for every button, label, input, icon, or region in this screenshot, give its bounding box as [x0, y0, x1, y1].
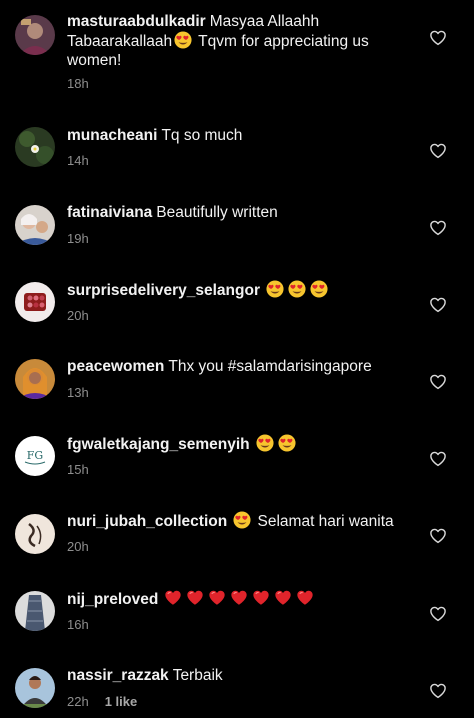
comment-meta: 20h	[67, 539, 89, 554]
avatar[interactable]	[15, 514, 55, 554]
comment-meta: 14h	[67, 153, 89, 168]
username-link[interactable]: peacewomen	[67, 358, 164, 375]
username-link[interactable]: fatinaiviana	[67, 204, 152, 221]
comment-message: Thx you #salamdarisingapore	[168, 358, 372, 375]
red-heart-emoji-icon	[252, 589, 270, 607]
avatar[interactable]	[15, 127, 55, 167]
red-heart-emoji-icon	[164, 589, 182, 607]
username-link[interactable]: masturaabdulkadir	[67, 13, 206, 30]
comment-message: Terbaik	[172, 667, 223, 684]
username-link[interactable]: nassir_razzak	[67, 667, 169, 684]
heart-eyes-emoji-icon	[256, 434, 274, 452]
heart-outline-icon[interactable]	[429, 605, 447, 623]
red-heart-emoji-icon	[208, 589, 226, 607]
avatar[interactable]	[15, 668, 55, 708]
red-heart-emoji-icon	[274, 589, 292, 607]
red-heart-emoji-icon	[186, 589, 204, 607]
avatar[interactable]	[15, 205, 55, 245]
comment-text: nuri_jubah_collection Selamat hari wanit…	[67, 511, 407, 531]
avatar[interactable]	[15, 282, 55, 322]
comment-meta: 16h	[67, 617, 89, 632]
red-heart-emoji-icon	[296, 589, 314, 607]
username-link[interactable]: munacheani	[67, 127, 157, 144]
username-link[interactable]: nuri_jubah_collection	[67, 513, 227, 530]
heart-outline-icon[interactable]	[429, 219, 447, 237]
timestamp: 20h	[67, 308, 89, 323]
username-link[interactable]: surprisedelivery_selangor	[67, 282, 260, 299]
heart-eyes-emoji-icon	[288, 280, 306, 298]
comment-text: nassir_razzak Terbaik	[67, 666, 407, 685]
comment-text: surprisedelivery_selangor	[67, 280, 407, 300]
heart-eyes-emoji-icon	[310, 280, 328, 298]
heart-outline-icon[interactable]	[429, 450, 447, 468]
heart-outline-icon[interactable]	[429, 682, 447, 700]
timestamp: 18h	[67, 76, 89, 91]
comment-text: fatinaiviana Beautifully written	[67, 203, 407, 222]
comment-text: masturaabdulkadir Masyaa Allaahh Tabaarak…	[67, 12, 407, 70]
comment-meta: 13h	[67, 385, 89, 400]
heart-outline-icon[interactable]	[429, 373, 447, 391]
timestamp: 13h	[67, 385, 89, 400]
avatar[interactable]	[15, 15, 55, 55]
svg-text:FG: FG	[27, 449, 43, 462]
timestamp: 20h	[67, 539, 89, 554]
heart-outline-icon[interactable]	[429, 296, 447, 314]
comment-message: Selamat hari wanita	[257, 513, 394, 530]
avatar[interactable]	[15, 359, 55, 399]
comment-text: fgwaletkajang_semenyih	[67, 434, 407, 454]
comment-meta: 19h	[67, 231, 89, 246]
avatar[interactable]	[15, 591, 55, 631]
timestamp: 16h	[67, 617, 89, 632]
comment-message: Tq so much	[161, 127, 243, 144]
comment-message: Beautifully written	[156, 204, 278, 221]
comment-meta: 18h	[67, 76, 89, 91]
comment-meta: 15h	[67, 462, 89, 477]
heart-outline-icon[interactable]	[429, 29, 447, 47]
heart-outline-icon[interactable]	[429, 527, 447, 545]
red-heart-emoji-icon	[230, 589, 248, 607]
username-link[interactable]: fgwaletkajang_semenyih	[67, 436, 250, 453]
timestamp: 15h	[67, 462, 89, 477]
heart-eyes-emoji-icon	[278, 434, 296, 452]
comment-text: peacewomen Thx you #salamdarisingapore	[67, 357, 407, 376]
comment-meta: 20h	[67, 308, 89, 323]
comment-meta: 22h 1 like	[67, 694, 137, 709]
comment-text: munacheani Tq so much	[67, 126, 407, 145]
like-count-link[interactable]: 1 like	[105, 694, 138, 709]
avatar[interactable]: FG	[15, 436, 55, 476]
username-link[interactable]: nij_preloved	[67, 591, 158, 608]
heart-outline-icon[interactable]	[429, 142, 447, 160]
heart-eyes-emoji-icon	[233, 511, 251, 529]
comment-text: nij_preloved	[67, 589, 407, 609]
heart-eyes-emoji-icon	[174, 31, 192, 49]
timestamp: 19h	[67, 231, 89, 246]
timestamp: 14h	[67, 153, 89, 168]
heart-eyes-emoji-icon	[266, 280, 284, 298]
timestamp: 22h	[67, 694, 89, 709]
